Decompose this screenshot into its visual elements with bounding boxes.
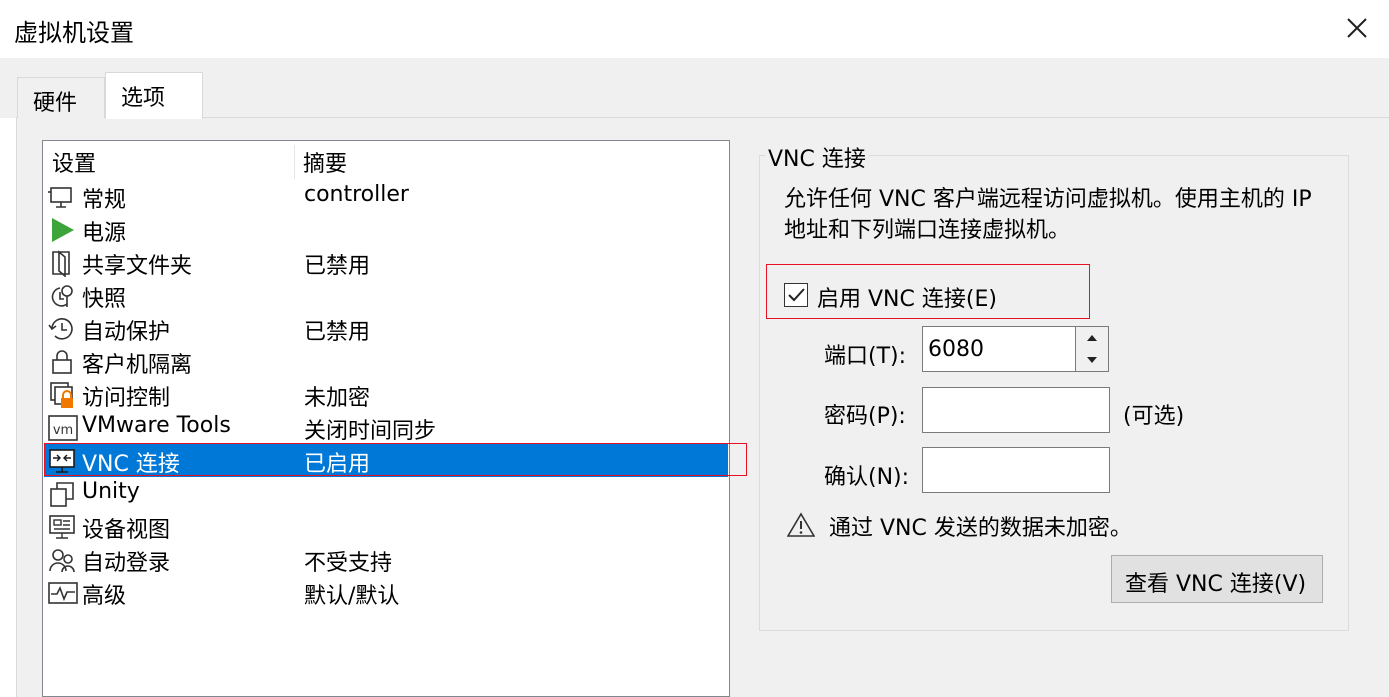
list-item-name: 快照	[82, 287, 127, 312]
column-header-setting[interactable]: 设置	[52, 146, 96, 178]
spin-up-button[interactable]	[1076, 327, 1108, 349]
port-label: 端口(T):	[824, 344, 907, 369]
unity-icon	[48, 480, 76, 508]
vm-icon: vm	[48, 414, 78, 442]
list-item-summary: 不受支持	[304, 551, 393, 576]
snapshot-icon	[48, 282, 76, 310]
spin-down-button[interactable]	[1076, 349, 1108, 371]
list-item-name: 自动保护	[82, 320, 171, 345]
checkmark-icon	[788, 288, 805, 302]
list-item-shared-folders[interactable]: 共享文件夹 已禁用	[44, 246, 728, 279]
list-item-name: 设备视图	[82, 518, 171, 543]
tab-options[interactable]: 选项	[105, 72, 203, 119]
list-item-summary: 已禁用	[304, 320, 371, 345]
list-item-power[interactable]: 电源	[44, 213, 728, 246]
pulse-icon	[48, 579, 78, 607]
vnc-group-title: VNC 连接	[765, 141, 869, 173]
list-item-guest-isolation[interactable]: 客户机隔离	[44, 345, 728, 378]
list-item-autologin[interactable]: 自动登录 不受支持	[44, 543, 728, 576]
port-spinner[interactable]	[1075, 326, 1109, 372]
users-icon	[48, 546, 76, 574]
list-item-general[interactable]: 常规 controller	[44, 180, 728, 213]
optional-note: (可选)	[1123, 404, 1185, 429]
window-title: 虚拟机设置	[14, 19, 134, 47]
device-view-icon	[48, 513, 76, 541]
tab-hardware[interactable]: 硬件	[17, 77, 105, 118]
password-label: 密码(P):	[824, 404, 906, 429]
list-item-summary: 已禁用	[304, 254, 371, 279]
list-item-name: VNC 连接	[82, 452, 180, 477]
chevron-up-icon	[1087, 335, 1097, 341]
list-item-name: Unity	[82, 479, 140, 504]
list-item-name: 客户机隔离	[82, 353, 193, 378]
warning-icon	[786, 512, 816, 538]
list-item-snapshots[interactable]: 快照	[44, 279, 728, 312]
list-item-summary: controller	[304, 182, 409, 207]
list-item-vmware-tools[interactable]: vm VMware Tools 关闭时间同步	[44, 411, 728, 444]
list-item-vnc[interactable]: VNC 连接 已启用	[44, 444, 728, 477]
tab-options-label: 选项	[121, 86, 166, 111]
list-item-name: 访问控制	[82, 386, 171, 411]
list-item-name: VMware Tools	[82, 413, 231, 438]
port-input[interactable]	[922, 326, 1076, 372]
vnc-description: 允许任何 VNC 客户端远程访问虚拟机。使用主机的 IP 地址和下列端口连接虚拟…	[784, 187, 1312, 243]
column-divider[interactable]	[294, 145, 295, 179]
close-icon[interactable]	[1343, 14, 1371, 42]
svg-text:vm: vm	[53, 423, 73, 438]
chevron-down-icon	[1087, 357, 1097, 363]
folder-icon	[48, 249, 76, 278]
monitor-icon	[48, 183, 76, 211]
list-item-name: 电源	[82, 221, 127, 246]
list-item-unity[interactable]: Unity	[44, 477, 728, 510]
list-item-device-view[interactable]: 设备视图	[44, 510, 728, 543]
confirm-input[interactable]	[922, 447, 1110, 493]
tab-strip	[0, 58, 1389, 118]
list-item-access-control[interactable]: 访问控制 未加密	[44, 378, 728, 411]
lock-icon	[48, 348, 76, 376]
view-vnc-button-label: 查看 VNC 连接(V)	[1125, 572, 1307, 597]
list-item-autoprotect[interactable]: 自动保护 已禁用	[44, 312, 728, 345]
title-bar	[0, 0, 1389, 58]
list-item-summary: 已启用	[304, 452, 371, 477]
confirm-label: 确认(N):	[824, 465, 910, 490]
warning-text: 通过 VNC 发送的数据未加密。	[829, 516, 1132, 541]
vnc-icon	[48, 447, 76, 475]
list-item-name: 自动登录	[82, 551, 171, 576]
column-header-summary[interactable]: 摘要	[303, 146, 347, 178]
access-control-icon	[48, 381, 76, 409]
list-item-name: 高级	[82, 584, 127, 609]
list-item-advanced[interactable]: 高级 默认/默认	[44, 576, 728, 609]
list-item-name: 常规	[82, 188, 127, 213]
clock-icon	[48, 315, 76, 343]
play-icon	[48, 216, 76, 244]
password-input[interactable]	[922, 387, 1110, 433]
list-item-summary: 未加密	[304, 386, 371, 411]
enable-vnc-checkbox[interactable]	[784, 283, 808, 307]
list-item-summary: 默认/默认	[304, 584, 400, 609]
view-vnc-button[interactable]: 查看 VNC 连接(V)	[1111, 555, 1323, 603]
enable-vnc-label[interactable]: 启用 VNC 连接(E)	[817, 281, 997, 313]
list-item-summary: 关闭时间同步	[304, 419, 437, 444]
tab-hardware-label: 硬件	[33, 91, 78, 116]
list-item-name: 共享文件夹	[82, 254, 193, 279]
